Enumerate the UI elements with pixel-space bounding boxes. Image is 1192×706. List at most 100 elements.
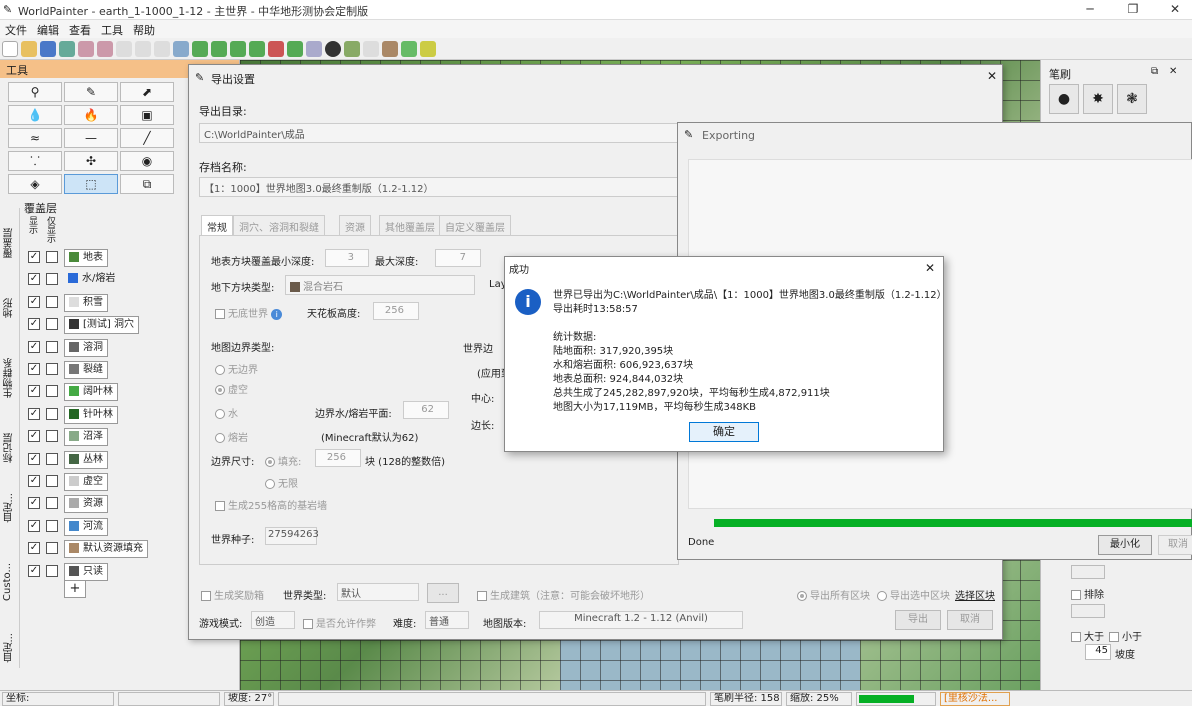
layer-button[interactable]: 资源 <box>64 495 108 514</box>
view-tool[interactable]: ◈ <box>8 174 62 194</box>
version-select[interactable]: Minecraft 1.2 - 1.12 (Anvil) <box>539 611 743 629</box>
layer-button[interactable]: 针叶林 <box>64 405 118 424</box>
layer-solo-checkbox[interactable] <box>46 295 58 308</box>
success-close-icon[interactable]: ✕ <box>925 261 935 275</box>
bedrock-option[interactable]: 生成255格高的基岩墙 <box>215 497 327 512</box>
save-icon[interactable] <box>40 41 56 57</box>
layer-solo-checkbox[interactable] <box>46 363 58 375</box>
text-tool[interactable]: ▣ <box>120 105 174 125</box>
layer-show-checkbox[interactable]: ✓ <box>28 407 40 420</box>
menu-file[interactable]: 文件 <box>0 20 32 40</box>
menu-tools[interactable]: 工具 <box>96 20 128 40</box>
crosshair-icon[interactable] <box>268 41 284 57</box>
bucket-tool[interactable]: ⬈ <box>120 82 174 102</box>
add-layer-button[interactable]: + <box>64 580 86 598</box>
open-icon[interactable] <box>21 41 37 57</box>
tab-custom-layers[interactable]: 自定义覆盖层 <box>439 215 511 235</box>
expand-icon[interactable] <box>287 41 303 57</box>
subsurface-select[interactable]: 混合岩石 <box>285 275 475 295</box>
infinite-radio[interactable]: 无限 <box>265 475 298 490</box>
select-area-link[interactable]: 选择区块 <box>955 587 995 602</box>
layer-show-checkbox[interactable]: ✓ <box>28 452 40 465</box>
layer-solo-checkbox[interactable] <box>46 519 58 532</box>
vtab-custom-2[interactable]: Custo... <box>2 563 18 601</box>
layer-button[interactable]: 虚空 <box>64 473 108 491</box>
layer-solo-checkbox[interactable] <box>46 318 58 331</box>
smooth-tool[interactable]: ≈ <box>8 128 62 148</box>
vtab-custom-1[interactable]: 自定... <box>2 493 18 523</box>
layer-button[interactable]: 河流 <box>64 517 108 536</box>
fill-input[interactable]: 256 <box>315 449 361 467</box>
fill-radio[interactable]: 填充: <box>265 453 301 468</box>
layer-button[interactable]: 丛林 <box>64 450 108 469</box>
option-button-2[interactable] <box>1071 604 1105 618</box>
globe-icon[interactable] <box>401 41 417 57</box>
export-close-icon[interactable]: ✕ <box>987 69 997 83</box>
ok-button[interactable]: 确定 <box>689 422 759 442</box>
rotate-icon[interactable] <box>211 41 227 57</box>
layer-button[interactable]: 溶洞 <box>64 338 108 357</box>
menu-edit[interactable]: 编辑 <box>32 20 64 40</box>
layer-show-checkbox[interactable]: ✓ <box>28 564 40 577</box>
layer-solo-checkbox[interactable] <box>46 340 58 353</box>
layer-button[interactable]: [测试] 洞穴 <box>64 316 139 335</box>
layer-button[interactable]: 只读 <box>64 562 108 581</box>
min-depth-input[interactable]: 3 <box>325 249 369 267</box>
layer-solo-checkbox[interactable] <box>46 497 58 510</box>
layer-button[interactable]: 阔叶林 <box>64 383 118 402</box>
gamemode-select[interactable]: 创造 <box>251 611 295 629</box>
zoom-reset-icon[interactable] <box>135 41 151 57</box>
vtab-terrain[interactable]: 地形 <box>2 298 18 318</box>
layer-show-checkbox[interactable]: ✓ <box>28 340 40 353</box>
zoom-in-icon[interactable] <box>116 41 132 57</box>
layer-solo-checkbox[interactable] <box>46 430 58 443</box>
vtab-overlay[interactable]: 覆盖层 <box>2 228 18 258</box>
menu-view[interactable]: 查看 <box>64 20 96 40</box>
layer-button[interactable]: 水/熔岩 <box>64 271 119 289</box>
layer-show-checkbox[interactable]: ✓ <box>28 318 40 331</box>
selection-tool[interactable]: ⬚ <box>64 174 118 194</box>
lava-tool[interactable]: 🔥 <box>64 105 118 125</box>
vtab-biomes[interactable]: 生物群系 <box>2 358 18 398</box>
export-selected-radio[interactable]: 导出选中区块 <box>877 587 950 602</box>
layer-solo-checkbox[interactable] <box>46 273 58 286</box>
option-button-1[interactable] <box>1071 565 1105 579</box>
float-panel-icon[interactable]: ⧉ <box>1151 66 1158 77</box>
border-void-radio[interactable]: 虚空 <box>215 381 248 396</box>
layer-show-checkbox[interactable]: ✓ <box>28 497 40 510</box>
tab-other-layers[interactable]: 其他覆盖层 <box>379 215 441 235</box>
shift-icon[interactable] <box>230 41 246 57</box>
slope-tool[interactable]: ╱ <box>120 128 174 148</box>
layer-show-checkbox[interactable]: ✓ <box>28 273 40 286</box>
tab-resources[interactable]: 资源 <box>339 215 371 235</box>
globe-tool[interactable]: ◉ <box>120 151 174 171</box>
center-icon[interactable] <box>306 41 322 57</box>
layer-button[interactable]: 裂缝 <box>64 361 108 379</box>
redo-icon[interactable] <box>97 41 113 57</box>
structures-option[interactable]: 生成建筑（注意：可能会破坏地形） <box>477 587 650 602</box>
ceiling-input[interactable]: 256 <box>373 302 419 320</box>
zoom-out-icon[interactable] <box>154 41 170 57</box>
maximize-window-button[interactable]: ❐ <box>1118 2 1148 18</box>
bottomless-option[interactable]: 无底世界 i <box>215 305 283 320</box>
layer-solo-checkbox[interactable] <box>46 407 58 420</box>
tab-general[interactable]: 常规 <box>201 215 233 235</box>
close-window-button[interactable]: ✕ <box>1160 2 1190 18</box>
grid-icon[interactable] <box>173 41 189 57</box>
target-icon[interactable] <box>325 41 341 57</box>
flood-tool[interactable]: ⚲ <box>8 82 62 102</box>
tree-icon[interactable] <box>249 41 265 57</box>
new-icon[interactable] <box>2 41 18 57</box>
export-cancel-button[interactable]: 取消 <box>947 610 993 630</box>
spray-tool[interactable]: ✣ <box>64 151 118 171</box>
layer-show-checkbox[interactable]: ✓ <box>28 519 40 532</box>
minimize-window-button[interactable]: ─ <box>1075 2 1105 18</box>
layer-show-checkbox[interactable]: ✓ <box>28 251 40 263</box>
light-icon[interactable] <box>420 41 436 57</box>
drop-tool[interactable]: ⸪ <box>8 151 62 171</box>
less-option[interactable]: 小于 <box>1109 628 1142 643</box>
brush-round-soft[interactable]: ● <box>1049 84 1079 114</box>
seed-input[interactable]: 27594263 <box>265 527 319 545</box>
layer-show-checkbox[interactable]: ✓ <box>28 542 40 555</box>
layers-icon[interactable] <box>382 41 398 57</box>
